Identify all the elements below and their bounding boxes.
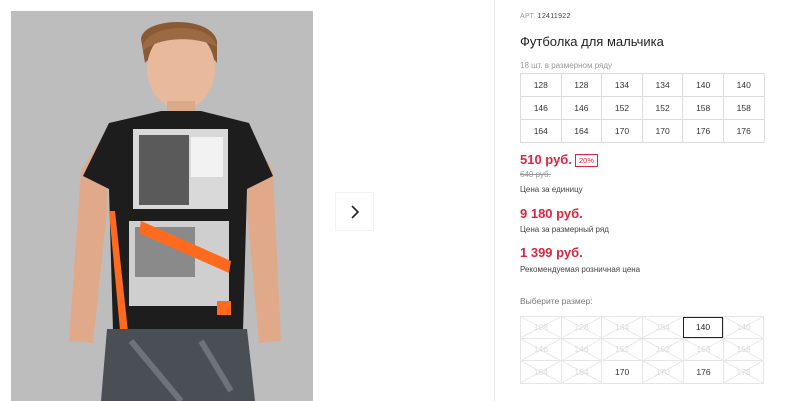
size-option-label: 158 xyxy=(696,344,711,355)
rrp-price: 1 399 руб. xyxy=(520,245,583,260)
size-option-label: 128 xyxy=(533,322,548,333)
product-title: Футболка для мальчика xyxy=(520,34,664,49)
size-option-selected[interactable]: 140 xyxy=(682,317,724,338)
article-number: АРТ. 12411922 xyxy=(520,13,571,20)
size-row: 164 164 170 170 176 176 xyxy=(520,361,764,384)
pack-size-cell: 128 xyxy=(520,73,562,97)
size-option-label: 146 xyxy=(574,344,589,355)
size-option-label: 158 xyxy=(736,344,751,355)
chevron-right-icon xyxy=(350,204,359,219)
size-picker: 128 128 134 134 140 140 146 146 152 152 158 158 164 1… xyxy=(520,316,764,384)
size-option-label: 152 xyxy=(615,344,630,355)
pack-note: 18 шт. в размерном ряду xyxy=(520,61,613,70)
table-row: 146 146 152 152 158 158 xyxy=(520,96,765,120)
boy-in-printed-tshirt-image xyxy=(11,11,313,401)
product-info: АРТ. 12411922 Футболка для мальчика 18 шт… xyxy=(520,0,790,401)
pack-size-cell: 158 xyxy=(722,96,765,120)
size-option-label: 134 xyxy=(615,322,630,333)
size-option-label: 176 xyxy=(696,366,711,377)
size-option-unavailable: 152 xyxy=(641,338,683,361)
size-option-label: 140 xyxy=(695,322,711,333)
pack-size-cell: 170 xyxy=(601,119,643,143)
pack-size-table: 128 128 134 134 140 140 146 146 152 152 … xyxy=(520,73,765,143)
pack-size-cell: 158 xyxy=(682,96,724,120)
pack-size-cell: 128 xyxy=(560,73,603,97)
size-option-unavailable: 164 xyxy=(560,361,602,383)
size-option-label: 164 xyxy=(533,366,548,377)
size-option-unavailable: 146 xyxy=(520,338,561,361)
size-option-unavailable: 158 xyxy=(682,338,724,361)
size-picker-label: Выберите размер: xyxy=(520,296,593,306)
pack-size-cell: 176 xyxy=(722,119,765,143)
size-option-label: 170 xyxy=(655,366,670,377)
size-option-unavailable: 134 xyxy=(601,317,642,338)
size-option-label: 164 xyxy=(574,366,589,377)
table-row: 128 128 134 134 140 140 xyxy=(520,73,765,97)
size-option-unavailable: 134 xyxy=(641,317,683,338)
size-option-unavailable: 176 xyxy=(723,361,764,383)
next-image-button[interactable] xyxy=(336,193,373,230)
size-option-label: 170 xyxy=(615,366,630,377)
unit-price-caption: Цена за единицу xyxy=(520,185,583,194)
size-option[interactable]: 170 xyxy=(601,361,642,383)
pack-size-cell: 164 xyxy=(520,119,562,143)
product-photo[interactable] xyxy=(11,11,313,401)
size-option-unavailable: 146 xyxy=(560,338,602,361)
pack-size-cell: 152 xyxy=(641,96,684,120)
pack-size-cell: 146 xyxy=(560,96,603,120)
size-option-unavailable: 140 xyxy=(723,317,764,338)
product-gallery xyxy=(0,0,495,401)
size-option-label: 134 xyxy=(655,322,670,333)
pack-size-cell: 176 xyxy=(682,119,724,143)
size-option-label: 152 xyxy=(655,344,670,355)
rrp-price-caption: Рекомендуемая розничная цена xyxy=(520,265,641,274)
size-option[interactable]: 176 xyxy=(682,361,724,383)
pack-size-cell: 140 xyxy=(722,73,765,97)
size-option-label: 128 xyxy=(574,322,589,333)
pack-size-cell: 170 xyxy=(641,119,684,143)
size-option-unavailable: 152 xyxy=(601,338,642,361)
pack-size-cell: 134 xyxy=(641,73,684,97)
pack-size-cell: 146 xyxy=(520,96,562,120)
size-option-unavailable: 128 xyxy=(560,317,602,338)
table-row: 164 164 170 170 176 176 xyxy=(520,119,765,143)
size-option-unavailable: 128 xyxy=(520,317,561,338)
size-option-label: 176 xyxy=(736,366,751,377)
pack-price-caption: Цена за размерный ряд xyxy=(520,225,609,234)
discount-badge: 20% xyxy=(575,154,599,167)
old-price: 640 руб. xyxy=(520,170,551,179)
size-row: 146 146 152 152 158 158 xyxy=(520,338,764,362)
size-option-label: 146 xyxy=(533,344,548,355)
pack-size-cell: 134 xyxy=(601,73,643,97)
size-option-unavailable: 164 xyxy=(520,361,561,383)
pack-size-cell: 164 xyxy=(560,119,603,143)
size-row: 128 128 134 134 140 140 xyxy=(520,316,764,339)
size-option-unavailable: 170 xyxy=(641,361,683,383)
unit-price: 510 руб. xyxy=(520,152,572,167)
size-option-unavailable: 158 xyxy=(723,338,764,361)
pack-size-cell: 140 xyxy=(682,73,724,97)
size-option-label: 140 xyxy=(736,322,751,333)
article-value: 12411922 xyxy=(537,13,571,20)
pack-size-cell: 152 xyxy=(601,96,643,120)
article-label: АРТ. xyxy=(520,13,536,20)
pack-price: 9 180 руб. xyxy=(520,206,583,221)
